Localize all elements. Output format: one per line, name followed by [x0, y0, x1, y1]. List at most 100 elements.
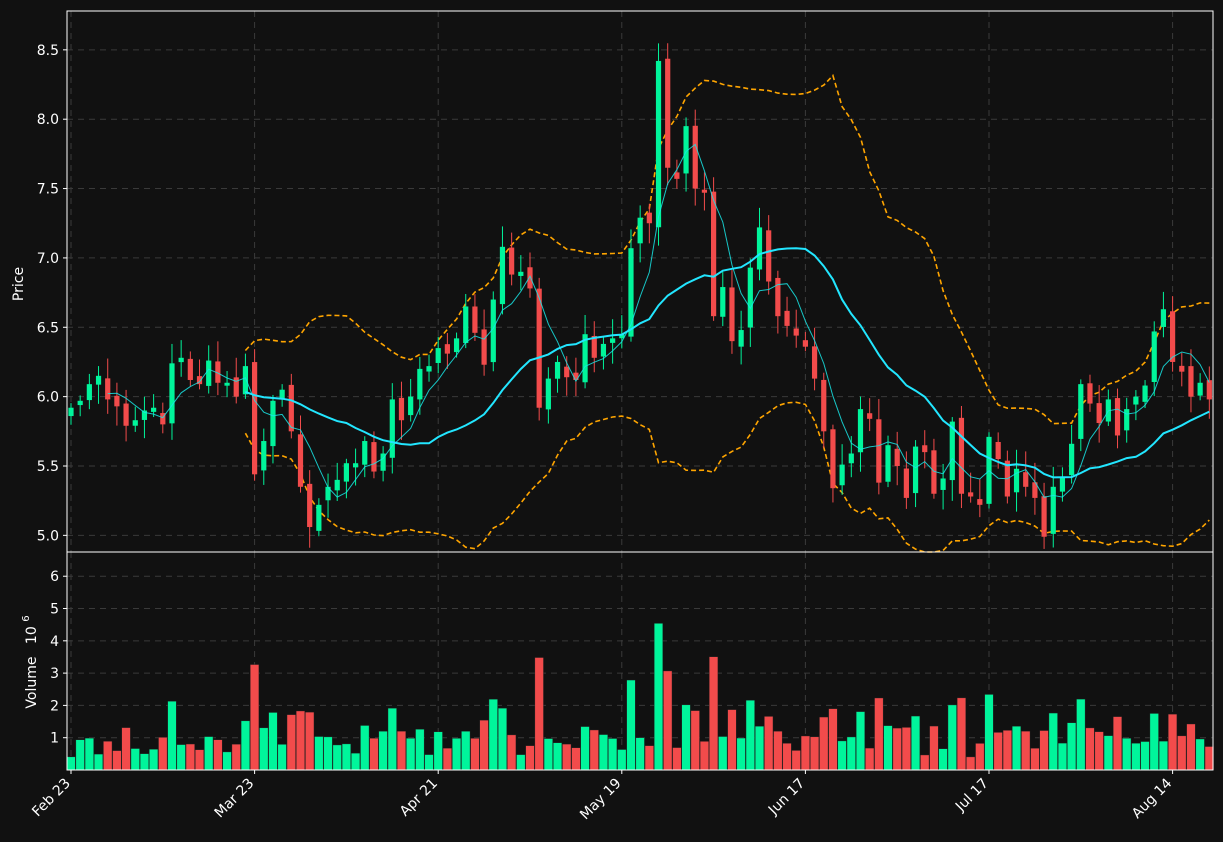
candle-body — [720, 287, 726, 317]
candle-body — [481, 329, 487, 365]
candle-body — [1206, 380, 1212, 400]
volume-bar — [874, 697, 884, 771]
candle-body — [692, 125, 698, 189]
volume-bar — [892, 727, 902, 771]
volume-tick-label: 5 — [50, 602, 59, 618]
volume-bar — [690, 710, 700, 771]
candle-body — [867, 413, 873, 419]
candle-body — [132, 420, 138, 426]
candle-body — [1197, 382, 1203, 396]
candle-body — [1124, 409, 1130, 431]
volume-bar — [883, 725, 893, 771]
volume-bar — [1195, 738, 1205, 771]
candle-body — [885, 445, 891, 482]
candle-body — [968, 492, 974, 497]
volume-bar — [617, 749, 627, 771]
volume-bar — [75, 739, 85, 771]
volume-bar — [773, 731, 783, 771]
volume-bar — [259, 727, 269, 771]
volume-tick-label: 3 — [50, 666, 59, 682]
volume-bar — [204, 736, 214, 771]
candle-body — [334, 479, 340, 491]
candle-body — [1114, 398, 1121, 436]
volume-bar — [1204, 746, 1214, 771]
volume-bar — [103, 741, 113, 771]
volume-bar — [1177, 735, 1187, 771]
volume-bar — [865, 747, 875, 771]
volume-bar — [654, 623, 664, 771]
volume-bar — [571, 747, 581, 771]
candle-body — [545, 378, 551, 410]
volume-axis-label-text: Volume — [24, 657, 40, 709]
candle-body — [408, 396, 414, 416]
candle-body — [1023, 472, 1029, 487]
volume-bar — [240, 720, 250, 771]
volume-bar — [1048, 712, 1058, 771]
price-tick-label: 8.5 — [37, 43, 59, 59]
volume-tick-label: 4 — [50, 634, 59, 650]
candle-body — [940, 478, 946, 490]
candle-body — [187, 358, 193, 380]
volume-axis-label-base: 10 — [24, 626, 40, 644]
candle-body — [509, 247, 515, 275]
candle-body — [95, 375, 102, 385]
candle-body — [600, 343, 607, 357]
candle-body — [242, 366, 249, 395]
volume-bar — [736, 737, 746, 771]
candle-body — [499, 246, 506, 305]
candle-body — [995, 441, 1001, 460]
candle-body — [876, 419, 882, 483]
candle-body — [518, 271, 524, 276]
volume-bar — [1113, 716, 1123, 771]
volume-bar — [369, 738, 379, 771]
volume-bar — [920, 754, 930, 771]
volume-bar — [305, 711, 315, 771]
volume-tick-label: 2 — [50, 698, 59, 714]
candle-body — [114, 395, 120, 407]
volume-bar — [268, 712, 278, 771]
volume-bar — [984, 694, 994, 771]
volume-bar — [1057, 742, 1067, 771]
candle-body — [1096, 403, 1102, 423]
volume-bar — [286, 714, 296, 771]
volume-bar — [525, 745, 535, 771]
volume-bar — [764, 716, 774, 771]
candle-body — [912, 446, 919, 494]
volume-axis-label-power: 6 — [21, 615, 32, 621]
candle-body — [655, 60, 662, 228]
volume-bar — [947, 704, 957, 771]
candle-body — [811, 346, 818, 379]
candle-body — [77, 400, 83, 406]
candle-body — [1142, 385, 1148, 402]
candle-body — [453, 338, 460, 353]
volume-bar — [1085, 727, 1095, 771]
candle-body — [1069, 443, 1075, 476]
candle-body — [1151, 331, 1157, 382]
volume-bar — [993, 732, 1003, 771]
candle-body — [105, 378, 111, 400]
volume-bar — [966, 756, 976, 771]
volume-bar — [351, 752, 361, 771]
candle-body — [610, 338, 616, 343]
candle-body — [444, 344, 450, 354]
candle-body — [1059, 477, 1066, 492]
candle-body — [903, 468, 909, 498]
candle-body — [802, 340, 808, 347]
price-tick-label: 6.0 — [37, 390, 59, 406]
candle-body — [711, 191, 717, 317]
volume-bar — [855, 711, 865, 771]
volume-bar — [452, 738, 462, 771]
candle-body — [178, 357, 184, 363]
candle-body — [958, 417, 965, 494]
price-tick-label: 5.0 — [37, 528, 59, 544]
candle-body — [297, 434, 304, 487]
candle-body — [472, 306, 478, 333]
volume-bar — [470, 738, 480, 771]
volume-bar — [975, 743, 985, 771]
volume-bar — [378, 731, 388, 771]
volume-bar — [956, 697, 966, 771]
volume-bar — [663, 670, 673, 771]
volume-bar — [626, 679, 636, 771]
volume-bar — [1039, 730, 1049, 771]
volume-bar — [543, 738, 553, 771]
